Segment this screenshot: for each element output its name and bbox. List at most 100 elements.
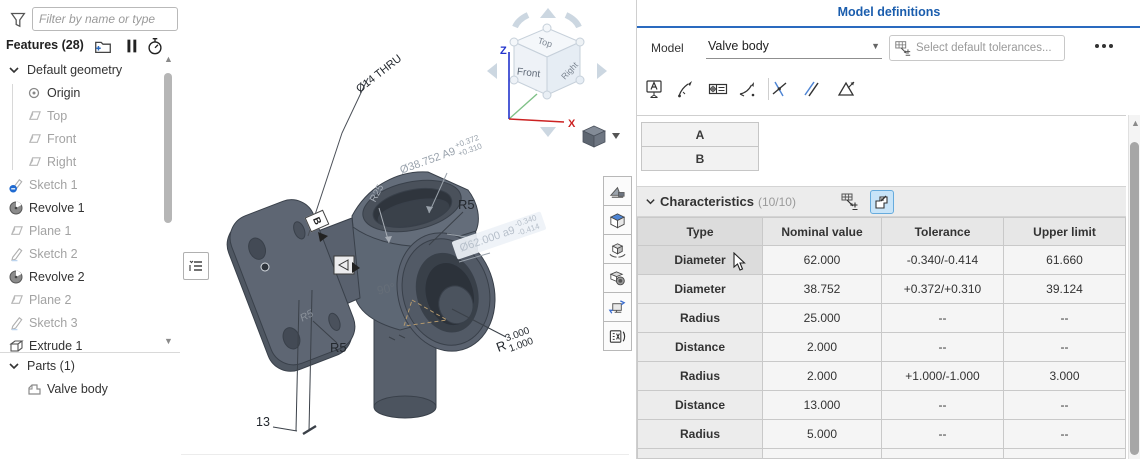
pause-icon[interactable] bbox=[122, 36, 142, 56]
table-cell-upper-limit[interactable]: 39.124 bbox=[1003, 274, 1126, 304]
filter-icon[interactable] bbox=[8, 9, 28, 29]
table-cell-type[interactable]: Radius bbox=[637, 303, 763, 333]
table-cell-upper-limit[interactable]: -- bbox=[1003, 332, 1126, 362]
revolve-icon bbox=[7, 199, 25, 217]
isometric-cube-icon[interactable] bbox=[603, 205, 632, 235]
table-cell-type[interactable]: Distance bbox=[637, 390, 763, 420]
annotation-radius-5-bottom[interactable]: R5 bbox=[330, 340, 347, 355]
tree-item-origin[interactable]: Origin bbox=[0, 81, 187, 104]
insert-folder-icon[interactable] bbox=[93, 36, 113, 56]
tree-item-top[interactable]: Top bbox=[0, 104, 187, 127]
tree-item-plane-1[interactable]: Plane 1 bbox=[0, 219, 169, 242]
table-cell-nominal[interactable]: 2.000 bbox=[762, 361, 882, 391]
characteristics-title[interactable]: Characteristics bbox=[660, 194, 754, 209]
table-cell-upper-limit[interactable]: -- bbox=[1003, 419, 1126, 449]
column-header-tolerance[interactable]: Tolerance bbox=[881, 217, 1004, 246]
intersection-icon[interactable] bbox=[767, 76, 793, 102]
table-cell-tolerance[interactable]: +0.372/+0.310 bbox=[881, 274, 1004, 304]
table-cell-upper-limit[interactable]: -- bbox=[1003, 303, 1126, 333]
table-row-sliver bbox=[637, 448, 763, 459]
apply-default-tolerances-icon bbox=[894, 39, 912, 57]
tree-item-right[interactable]: Right bbox=[0, 150, 187, 173]
note-tool-icon[interactable] bbox=[641, 76, 667, 102]
viewport-side-toolbar bbox=[603, 177, 630, 351]
tree-scroll-down-icon[interactable]: ▼ bbox=[164, 337, 173, 346]
tree-item-valve-body-part[interactable]: Valve body bbox=[0, 377, 187, 400]
table-cell-nominal[interactable]: 38.752 bbox=[762, 274, 882, 304]
plane-icon bbox=[25, 130, 43, 148]
table-cell-upper-limit[interactable]: 61.660 bbox=[1003, 245, 1126, 275]
export-characteristics-icon[interactable] bbox=[870, 190, 894, 214]
graphics-viewport[interactable] bbox=[181, 0, 635, 459]
named-views-icon[interactable] bbox=[603, 234, 632, 264]
table-cell-type[interactable]: Radius bbox=[637, 419, 763, 449]
table-cell-tolerance[interactable]: -- bbox=[881, 419, 1004, 449]
filter-input[interactable] bbox=[32, 7, 178, 31]
panel-title-underline bbox=[637, 26, 1140, 28]
datum-row-b[interactable]: B bbox=[641, 146, 759, 171]
tree-scrollbar-thumb[interactable] bbox=[164, 73, 172, 223]
angle-dimension-icon[interactable] bbox=[734, 76, 760, 102]
table-cell-type[interactable]: Diameter bbox=[637, 245, 763, 275]
parts-header[interactable]: Parts (1) bbox=[0, 354, 167, 377]
table-cell-nominal[interactable]: 2.000 bbox=[762, 332, 882, 362]
plane-icon bbox=[7, 222, 25, 240]
table-cell-tolerance[interactable]: -0.340/-0.414 bbox=[881, 245, 1004, 275]
feature-tree-panel: Features (28) Default geometry Origin To… bbox=[0, 0, 182, 459]
characteristics-section-bar: Characteristics (10/10) bbox=[637, 186, 1126, 217]
table-row-sliver bbox=[881, 448, 1004, 459]
tree-item-revolve-1[interactable]: Revolve 1 bbox=[0, 196, 169, 219]
table-cell-tolerance[interactable]: +1.000/-1.000 bbox=[881, 361, 1004, 391]
table-cell-nominal[interactable]: 62.000 bbox=[762, 245, 882, 275]
table-cell-nominal[interactable]: 25.000 bbox=[762, 303, 882, 333]
update-display-icon[interactable] bbox=[603, 292, 632, 322]
chevron-down-icon[interactable] bbox=[5, 357, 23, 375]
leader-dimension-icon[interactable] bbox=[673, 76, 699, 102]
tree-item-sketch-1[interactable]: Sketch 1 bbox=[0, 173, 169, 196]
part-icon bbox=[25, 380, 43, 398]
column-header-upper-limit[interactable]: Upper limit bbox=[1003, 217, 1126, 246]
column-header-type[interactable]: Type bbox=[637, 217, 763, 246]
tree-item-default-geometry[interactable]: Default geometry bbox=[0, 58, 167, 81]
tree-item-revolve-2[interactable]: Revolve 2 bbox=[0, 265, 169, 288]
chevron-down-icon: ▼ bbox=[871, 41, 882, 51]
section-view-icon[interactable] bbox=[603, 176, 632, 206]
table-cell-tolerance[interactable]: -- bbox=[881, 332, 1004, 362]
chevron-down-icon[interactable] bbox=[5, 61, 23, 79]
tree-item-front[interactable]: Front bbox=[0, 127, 187, 150]
parallel-icon[interactable] bbox=[798, 76, 824, 102]
column-header-nominal-value[interactable]: Nominal value bbox=[762, 217, 882, 246]
table-cell-type[interactable]: Diameter bbox=[637, 274, 763, 304]
tree-scroll-up-icon[interactable]: ▲ bbox=[164, 55, 173, 64]
tree-item-sketch-2[interactable]: Sketch 2 bbox=[0, 242, 169, 265]
snapshot-icon[interactable] bbox=[603, 263, 632, 293]
datum-target-icon[interactable] bbox=[833, 76, 859, 102]
table-cell-tolerance[interactable]: -- bbox=[881, 303, 1004, 333]
overflow-menu-icon[interactable] bbox=[1095, 44, 1113, 48]
table-cell-upper-limit[interactable]: 3.000 bbox=[1003, 361, 1126, 391]
table-cell-type[interactable]: Radius bbox=[637, 361, 763, 391]
chevron-down-icon[interactable] bbox=[645, 196, 656, 207]
select-default-tolerances-button[interactable]: Select default tolerances... bbox=[889, 35, 1065, 61]
panel-title-tab[interactable]: Model definitions bbox=[637, 5, 1140, 19]
table-cell-nominal[interactable]: 13.000 bbox=[762, 390, 882, 420]
table-cell-upper-limit[interactable]: -- bbox=[1003, 390, 1126, 420]
panel-scroll-up-icon[interactable]: ▲ bbox=[1131, 119, 1140, 128]
measure-icon[interactable] bbox=[603, 321, 632, 351]
table-cell-type[interactable]: Distance bbox=[637, 332, 763, 362]
panel-scrollbar-thumb[interactable] bbox=[1130, 142, 1139, 455]
stopwatch-icon[interactable] bbox=[145, 36, 165, 56]
tree-item-sketch-3[interactable]: Sketch 3 bbox=[0, 311, 169, 334]
sketch-icon bbox=[7, 314, 25, 332]
feature-control-frame-icon[interactable] bbox=[705, 76, 731, 102]
model-select[interactable]: Valve body ▼ bbox=[706, 34, 882, 59]
table-cell-tolerance[interactable]: -- bbox=[881, 390, 1004, 420]
annotation-radius-5-top[interactable]: R5 bbox=[458, 197, 475, 212]
feature-list-toggle-button[interactable] bbox=[183, 252, 209, 280]
tree-item-plane-2[interactable]: Plane 2 bbox=[0, 288, 169, 311]
datum-row-a[interactable]: A bbox=[641, 122, 759, 147]
plane-icon bbox=[25, 107, 43, 125]
table-cell-nominal[interactable]: 5.000 bbox=[762, 419, 882, 449]
annotation-distance-13[interactable]: 13 bbox=[256, 415, 270, 429]
apply-default-tolerances-icon[interactable] bbox=[838, 190, 862, 214]
